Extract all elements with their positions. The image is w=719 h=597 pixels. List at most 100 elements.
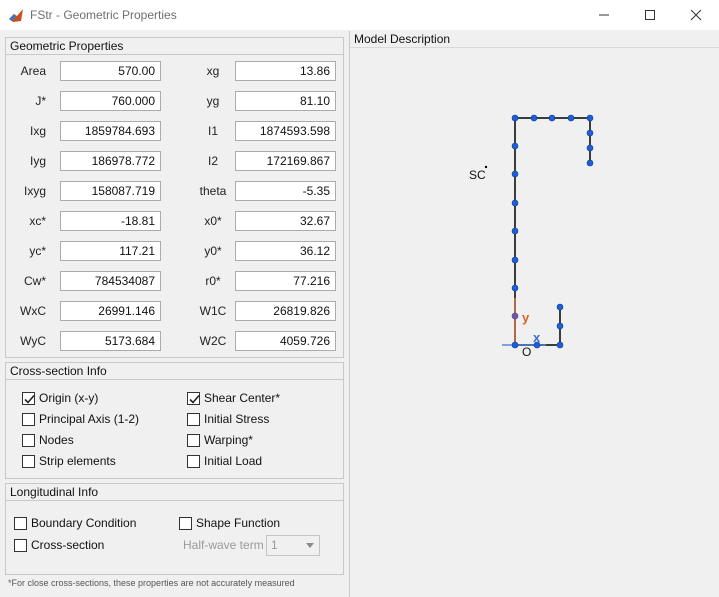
node-marker — [567, 114, 575, 122]
checkbox-icon[interactable] — [22, 433, 35, 447]
y-axis-label: y — [522, 310, 530, 325]
checkbox-label: Strip elements — [39, 454, 116, 468]
longitudinal-option[interactable]: Cross-section — [14, 537, 104, 553]
node-marker — [586, 144, 594, 152]
prop-label-left: WxC — [20, 304, 46, 318]
prop-value-right[interactable]: -5.35 — [235, 181, 336, 201]
prop-label-right: yg — [206, 94, 220, 108]
checkbox-icon[interactable] — [187, 433, 200, 447]
prop-value-right[interactable]: 172169.867 — [235, 151, 336, 171]
cross-section-option[interactable]: Strip elements — [22, 453, 116, 469]
node-marker — [548, 114, 556, 122]
prop-value-left[interactable]: 784534087 — [60, 271, 161, 291]
node-marker — [511, 227, 519, 235]
node-marker — [533, 341, 541, 349]
node-marker — [511, 284, 519, 292]
minimize-button[interactable] — [581, 0, 627, 30]
longitudinal-info-title: Longitudinal Info — [6, 484, 343, 501]
prop-label-right: W2C — [199, 334, 227, 348]
app-window: FStr - Geometric Properties Geometric Pr… — [0, 0, 719, 597]
checkbox-label: Principal Axis (1-2) — [39, 412, 140, 426]
halfwave-term-label: Half-wave term — [183, 538, 264, 552]
prop-label-right: x0* — [204, 214, 222, 228]
prop-value-left[interactable]: 760.000 — [60, 91, 161, 111]
checkbox-icon[interactable] — [187, 412, 200, 426]
prop-value-right[interactable]: 77.216 — [235, 271, 336, 291]
checkbox-label: Warping* — [204, 433, 253, 447]
checkbox-icon[interactable] — [187, 454, 200, 468]
checkbox-label: Shear Center* — [204, 391, 281, 405]
checkbox-label: Initial Stress — [204, 412, 270, 426]
prop-value-left[interactable]: 26991.146 — [60, 301, 161, 321]
cross-section-option[interactable]: Origin (x-y) — [22, 390, 98, 406]
checkbox-label: Boundary Condition — [31, 516, 137, 530]
prop-value-right[interactable]: 13.86 — [235, 61, 336, 81]
title-bar: FStr - Geometric Properties — [0, 0, 719, 30]
longitudinal-option[interactable]: Shape Function — [179, 515, 280, 531]
prop-label-left: Iyg — [29, 154, 46, 168]
node-marker — [586, 129, 594, 137]
checkbox-icon[interactable] — [179, 516, 192, 530]
prop-label-right: r0* — [205, 274, 221, 288]
close-icon — [690, 9, 702, 21]
longitudinal-info-panel: Longitudinal Info Boundary Condition Shap… — [5, 483, 344, 575]
checkbox-checked-icon[interactable] — [187, 391, 200, 405]
prop-value-right[interactable]: 32.67 — [235, 211, 336, 231]
prop-value-left[interactable]: 158087.719 — [60, 181, 161, 201]
prop-value-right[interactable]: 36.12 — [235, 241, 336, 261]
halfwave-term-value: 1 — [271, 538, 278, 552]
checkbox-checked-icon[interactable] — [22, 391, 35, 405]
close-button[interactable] — [673, 0, 719, 30]
prop-label-left: WyC — [20, 334, 46, 348]
cross-section-option[interactable]: Principal Axis (1-2) — [22, 411, 139, 427]
checkbox-label: Shape Function — [196, 516, 281, 530]
prop-value-right[interactable]: 1874593.598 — [235, 121, 336, 141]
prop-value-left[interactable]: 117.21 — [60, 241, 161, 261]
halfwave-term-select[interactable]: 1 — [266, 535, 320, 556]
prop-label-left: Ixg — [29, 124, 46, 138]
window-title: FStr - Geometric Properties — [30, 8, 177, 22]
checkbox-label: Origin (x-y) — [39, 391, 99, 405]
cross-section-info-panel: Cross-section Info Origin (x-y) Shear Cen… — [5, 362, 344, 479]
longitudinal-option[interactable]: Boundary Condition — [14, 515, 136, 531]
prop-value-left[interactable]: 570.00 — [60, 61, 161, 81]
prop-value-left[interactable]: 1859784.693 — [60, 121, 161, 141]
checkbox-icon[interactable] — [22, 454, 35, 468]
cross-section-option[interactable]: Initial Load — [187, 453, 262, 469]
prop-value-left[interactable]: 186978.772 — [60, 151, 161, 171]
node-marker — [556, 341, 564, 349]
checkbox-icon[interactable] — [14, 538, 27, 552]
node-marker — [530, 114, 538, 122]
chevron-down-icon — [306, 543, 314, 548]
checkbox-icon[interactable] — [14, 516, 27, 530]
cross-section-option[interactable]: Shear Center* — [187, 390, 280, 406]
cross-section-option[interactable]: Warping* — [187, 432, 253, 448]
shear-center-label: SC — [469, 168, 486, 182]
maximize-icon — [645, 10, 655, 20]
cross-section-option[interactable]: Nodes — [22, 432, 74, 448]
checkbox-icon[interactable] — [22, 412, 35, 426]
matlab-app-icon — [8, 7, 24, 23]
node-marker — [511, 341, 519, 349]
node-marker — [586, 114, 594, 122]
node-marker — [511, 170, 519, 178]
prop-value-right[interactable]: 4059.726 — [235, 331, 336, 351]
geometric-properties-title: Geometric Properties — [6, 38, 343, 55]
prop-label-right: I1 — [207, 124, 218, 138]
prop-label-left: J* — [35, 94, 46, 108]
checkbox-label: Cross-section — [31, 538, 105, 552]
maximize-button[interactable] — [627, 0, 673, 30]
cross-section-plot[interactable]: SC O x y — [350, 50, 719, 596]
model-description-title: Model Description — [350, 31, 719, 48]
prop-value-left[interactable]: 5173.684 — [60, 331, 161, 351]
geometric-properties-panel: Geometric Properties Area 570.00 J* 760.000… — [5, 37, 344, 358]
prop-value-right[interactable]: 81.10 — [235, 91, 336, 111]
cross-section-option[interactable]: Initial Stress — [187, 411, 269, 427]
prop-value-left[interactable]: -18.81 — [60, 211, 161, 231]
node-marker — [511, 114, 519, 122]
prop-value-right[interactable]: 26819.826 — [235, 301, 336, 321]
origin-label: O — [522, 345, 531, 359]
prop-label-right: theta — [199, 184, 227, 198]
node-marker — [556, 303, 564, 311]
cross-section-info-title: Cross-section Info — [6, 363, 343, 380]
